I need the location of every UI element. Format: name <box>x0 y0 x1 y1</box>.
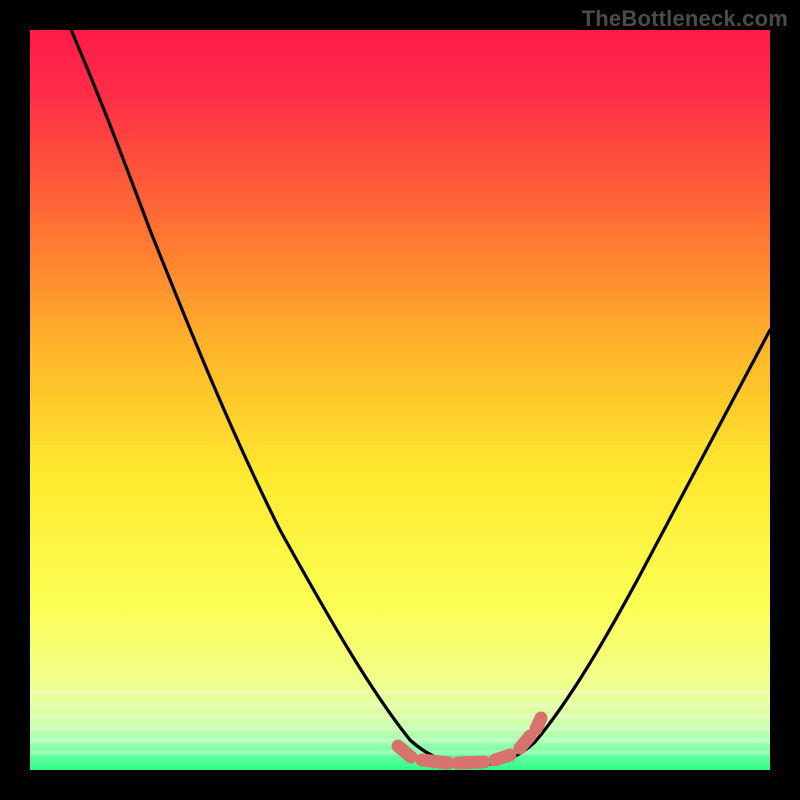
gradient-background <box>30 30 770 770</box>
watermark-text: TheBottleneck.com <box>582 6 788 32</box>
plot-area <box>30 30 770 770</box>
chart-svg <box>30 30 770 770</box>
outer-frame: TheBottleneck.com <box>0 0 800 800</box>
